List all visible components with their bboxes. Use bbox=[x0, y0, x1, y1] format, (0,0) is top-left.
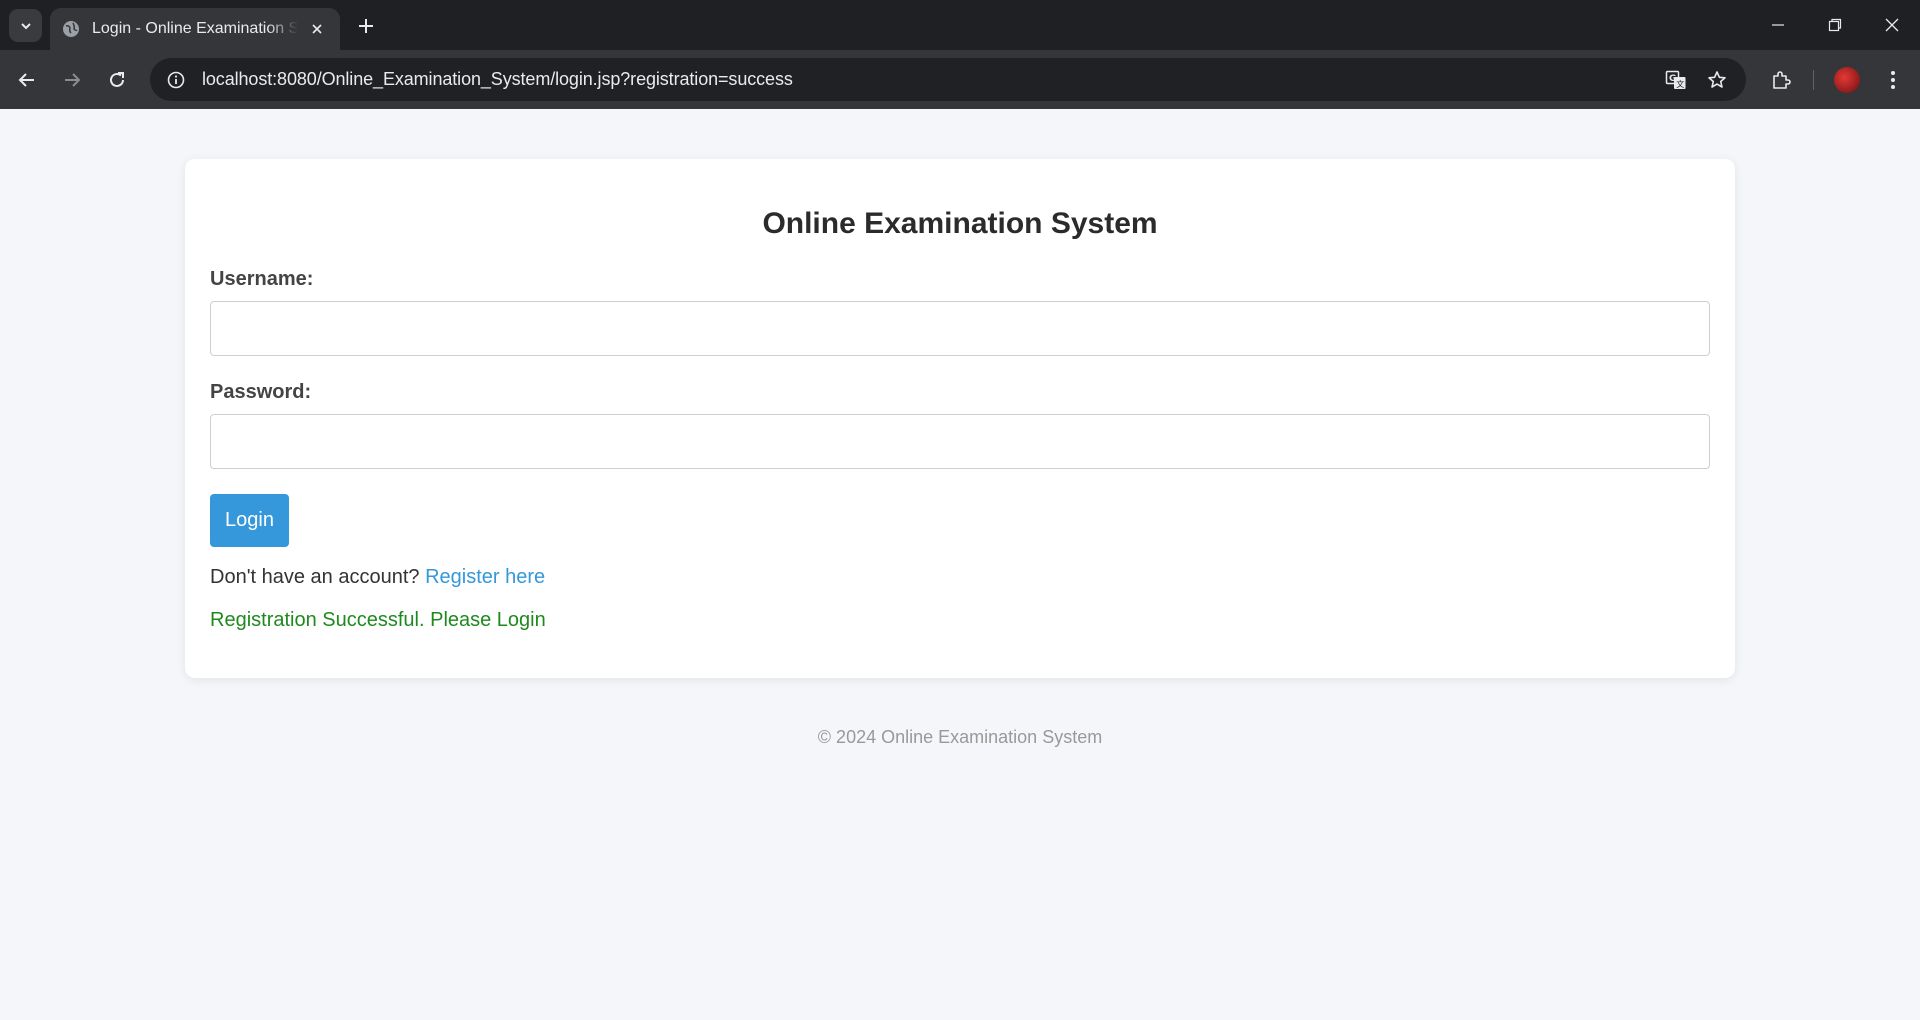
translate-button[interactable]: G文 bbox=[1656, 58, 1696, 101]
tab-search-button[interactable] bbox=[9, 9, 42, 42]
forward-button[interactable] bbox=[52, 60, 92, 100]
site-info-button[interactable] bbox=[156, 60, 196, 100]
bookmark-button[interactable] bbox=[1697, 58, 1737, 101]
menu-icon bbox=[1891, 71, 1895, 89]
login-card: Online Examination System Username: Pass… bbox=[185, 159, 1735, 678]
page-title: Online Examination System bbox=[762, 207, 1158, 240]
tab-title: Login - Online Examination System bbox=[92, 20, 298, 37]
url-host: localhost bbox=[202, 69, 273, 89]
active-tab[interactable]: Login - Online Examination System bbox=[50, 8, 340, 50]
tab-bar: Login - Online Examination System bbox=[0, 0, 1920, 50]
star-icon bbox=[1708, 70, 1726, 88]
register-link[interactable]: Register here bbox=[425, 566, 545, 588]
restore-button[interactable] bbox=[1806, 0, 1863, 50]
profile-button[interactable] bbox=[1827, 60, 1867, 100]
browser-menu-button[interactable] bbox=[1873, 60, 1913, 100]
address-bar[interactable]: localhost:8080/Online_Examination_System… bbox=[150, 58, 1746, 101]
password-label: Password: bbox=[210, 381, 312, 403]
minimize-icon bbox=[1771, 24, 1784, 26]
svg-text:文: 文 bbox=[1676, 79, 1684, 89]
url-text: localhost:8080/Online_Examination_System… bbox=[202, 69, 793, 90]
extensions-button[interactable] bbox=[1761, 60, 1801, 100]
reload-button[interactable] bbox=[97, 60, 137, 100]
new-tab-button[interactable] bbox=[352, 12, 380, 40]
plus-icon bbox=[359, 19, 373, 33]
minimize-button[interactable] bbox=[1749, 0, 1806, 50]
close-window-button[interactable] bbox=[1863, 0, 1920, 50]
browser-toolbar: localhost:8080/Online_Examination_System… bbox=[0, 50, 1920, 109]
close-icon bbox=[1885, 18, 1898, 32]
globe-icon bbox=[63, 21, 79, 37]
restore-icon bbox=[1828, 18, 1841, 32]
chevron-down-icon bbox=[20, 22, 31, 29]
login-button[interactable]: Login bbox=[210, 494, 289, 547]
toolbar-divider bbox=[1813, 70, 1814, 90]
translate-icon: G文 bbox=[1665, 70, 1686, 89]
url-path: :8080/Online_Examination_System/login.js… bbox=[272, 69, 793, 89]
info-icon bbox=[167, 71, 185, 88]
username-input[interactable] bbox=[210, 301, 1710, 356]
page-footer: © 2024 Online Examination System bbox=[817, 727, 1103, 747]
back-icon bbox=[18, 73, 34, 87]
extensions-icon bbox=[1773, 71, 1791, 89]
back-button[interactable] bbox=[7, 60, 47, 100]
username-label: Username: bbox=[210, 268, 314, 290]
success-message: Registration Successful. Please Login bbox=[210, 609, 546, 631]
tab-close-button[interactable] bbox=[306, 18, 328, 40]
register-prompt: Don't have an account? Register here bbox=[210, 566, 545, 589]
close-icon bbox=[312, 24, 322, 34]
password-input[interactable] bbox=[210, 414, 1710, 469]
forward-icon bbox=[65, 73, 81, 87]
reload-icon bbox=[110, 72, 124, 87]
avatar bbox=[1834, 67, 1860, 93]
no-account-text: Don't have an account? bbox=[210, 566, 426, 588]
